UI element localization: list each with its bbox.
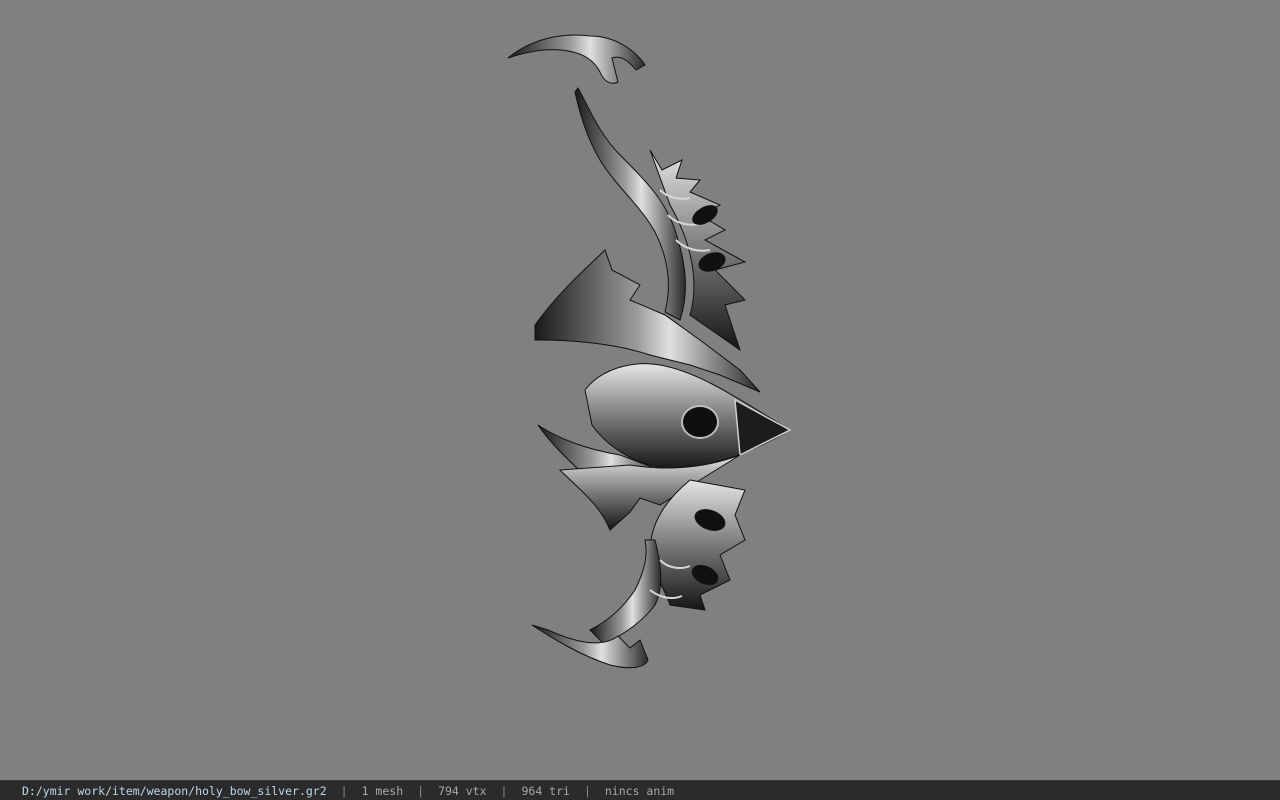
file-path-label: D:/ymir work/item/weapon/holy_bow_silver… <box>22 783 327 798</box>
status-separator: | <box>583 783 591 798</box>
status-bar: D:/ymir work/item/weapon/holy_bow_silver… <box>0 780 1280 800</box>
grip-section <box>534 249 792 531</box>
mesh-count-label: 1 mesh <box>361 783 404 798</box>
3d-viewport[interactable] <box>0 0 1280 780</box>
triangle-count-label: 964 tri <box>521 783 570 798</box>
holy-bow-model <box>507 34 792 669</box>
lower-limb <box>531 479 746 669</box>
status-separator: | <box>500 783 508 798</box>
status-separator: | <box>340 783 348 798</box>
status-separator: | <box>417 783 425 798</box>
vertex-count-label: 794 vtx <box>438 783 487 798</box>
animation-info-label: nincs anim <box>604 783 675 798</box>
